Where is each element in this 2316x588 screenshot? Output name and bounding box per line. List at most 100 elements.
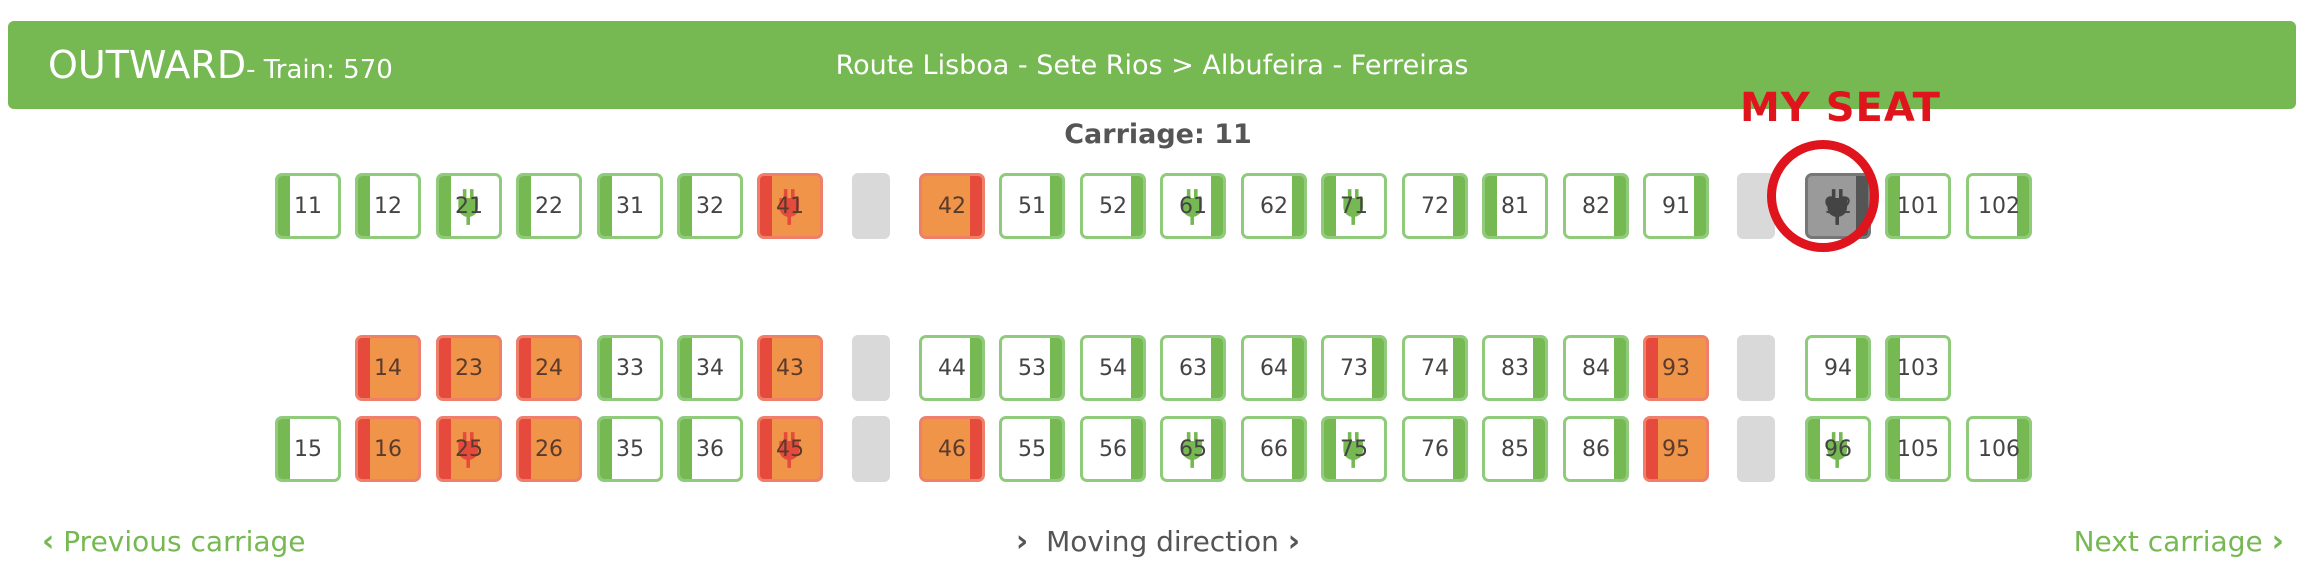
seat-91[interactable]: 91 bbox=[1643, 173, 1709, 239]
seat-number: 12 bbox=[374, 193, 402, 219]
seat-number: 105 bbox=[1897, 436, 1939, 462]
seat-101[interactable]: 101 bbox=[1885, 173, 1951, 239]
seat-56[interactable]: 56 bbox=[1080, 416, 1146, 482]
seat-number: 16 bbox=[374, 436, 402, 462]
seat-number: 56 bbox=[1099, 436, 1127, 462]
seat-54[interactable]: 54 bbox=[1080, 335, 1146, 401]
aisle-gap bbox=[852, 416, 890, 482]
seat-number: 42 bbox=[938, 193, 966, 219]
chevron-left-icon: ‹ bbox=[42, 524, 55, 559]
seat-number: 25 bbox=[455, 436, 483, 462]
seat-73[interactable]: 73 bbox=[1321, 335, 1387, 401]
seat-26: 26 bbox=[516, 416, 582, 482]
chevron-right-icon: › bbox=[1015, 524, 1029, 559]
seat-number: 91 bbox=[1662, 193, 1690, 219]
seat-number: 96 bbox=[1824, 436, 1852, 462]
seat-12[interactable]: 12 bbox=[355, 173, 421, 239]
seat-number: 45 bbox=[776, 436, 804, 462]
aisle-gap bbox=[1737, 335, 1775, 401]
seat-61[interactable]: 61 bbox=[1160, 173, 1226, 239]
previous-carriage-label: Previous carriage bbox=[63, 525, 306, 558]
seat-74[interactable]: 74 bbox=[1402, 335, 1468, 401]
seat-number: 66 bbox=[1260, 436, 1288, 462]
seat-33[interactable]: 33 bbox=[597, 335, 663, 401]
seat-75[interactable]: 75 bbox=[1321, 416, 1387, 482]
seat-42: 42 bbox=[919, 173, 985, 239]
seat-32[interactable]: 32 bbox=[677, 173, 743, 239]
seat-number: 84 bbox=[1582, 355, 1610, 381]
seat-44[interactable]: 44 bbox=[919, 335, 985, 401]
seat-36[interactable]: 36 bbox=[677, 416, 743, 482]
seat-94[interactable]: 94 bbox=[1805, 335, 1871, 401]
seat-number: 26 bbox=[535, 436, 563, 462]
seat-62[interactable]: 62 bbox=[1241, 173, 1307, 239]
seat-number: 53 bbox=[1018, 355, 1046, 381]
seat-number: 41 bbox=[776, 193, 804, 219]
seat-number: 72 bbox=[1421, 193, 1449, 219]
seat-number: 93 bbox=[1662, 355, 1690, 381]
seat-23: 23 bbox=[436, 335, 502, 401]
seat-number: 101 bbox=[1897, 193, 1939, 219]
seat-21[interactable]: 21 bbox=[436, 173, 502, 239]
seat-number: 75 bbox=[1340, 436, 1368, 462]
seat-22[interactable]: 22 bbox=[516, 173, 582, 239]
seat-63[interactable]: 63 bbox=[1160, 335, 1226, 401]
seat-85[interactable]: 85 bbox=[1482, 416, 1548, 482]
next-carriage-label: Next carriage bbox=[2073, 525, 2263, 558]
seat-number: 61 bbox=[1179, 193, 1207, 219]
seat-95: 95 bbox=[1643, 416, 1709, 482]
seat-number: 31 bbox=[616, 193, 644, 219]
seat-number: 14 bbox=[374, 355, 402, 381]
seat-number: 73 bbox=[1340, 355, 1368, 381]
seat-66[interactable]: 66 bbox=[1241, 416, 1307, 482]
seat-82[interactable]: 82 bbox=[1563, 173, 1629, 239]
seat-35[interactable]: 35 bbox=[597, 416, 663, 482]
seat-31[interactable]: 31 bbox=[597, 173, 663, 239]
aisle-gap bbox=[852, 173, 890, 239]
seat-72[interactable]: 72 bbox=[1402, 173, 1468, 239]
next-carriage-link[interactable]: Next carriage › bbox=[2074, 524, 2284, 560]
seat-number: 15 bbox=[294, 436, 322, 462]
seat-number: 85 bbox=[1501, 436, 1529, 462]
seat-103[interactable]: 103 bbox=[1885, 335, 1951, 401]
seat-15[interactable]: 15 bbox=[275, 416, 341, 482]
seat-51[interactable]: 51 bbox=[999, 173, 1065, 239]
seat-53[interactable]: 53 bbox=[999, 335, 1065, 401]
seat-55[interactable]: 55 bbox=[999, 416, 1065, 482]
moving-direction-label: Moving direction bbox=[1046, 525, 1279, 558]
seat-46: 46 bbox=[919, 416, 985, 482]
seat-number: 95 bbox=[1662, 436, 1690, 462]
seat-number: 71 bbox=[1340, 193, 1368, 219]
seat-93: 93 bbox=[1643, 335, 1709, 401]
seat-34[interactable]: 34 bbox=[677, 335, 743, 401]
my-seat-highlight-circle bbox=[1767, 140, 1879, 252]
seat-64[interactable]: 64 bbox=[1241, 335, 1307, 401]
seat-65[interactable]: 65 bbox=[1160, 416, 1226, 482]
seat-106[interactable]: 106 bbox=[1966, 416, 2032, 482]
seat-number: 34 bbox=[696, 355, 724, 381]
seat-102[interactable]: 102 bbox=[1966, 173, 2032, 239]
seat-86[interactable]: 86 bbox=[1563, 416, 1629, 482]
seat-105[interactable]: 105 bbox=[1885, 416, 1951, 482]
seat-number: 65 bbox=[1179, 436, 1207, 462]
previous-carriage-link[interactable]: ‹ Previous carriage bbox=[42, 524, 306, 560]
seat-number: 82 bbox=[1582, 193, 1610, 219]
seat-number: 54 bbox=[1099, 355, 1127, 381]
seat-84[interactable]: 84 bbox=[1563, 335, 1629, 401]
seat-52[interactable]: 52 bbox=[1080, 173, 1146, 239]
seat-43: 43 bbox=[757, 335, 823, 401]
seat-25: 25 bbox=[436, 416, 502, 482]
seat-71[interactable]: 71 bbox=[1321, 173, 1387, 239]
seat-83[interactable]: 83 bbox=[1482, 335, 1548, 401]
seat-number: 36 bbox=[696, 436, 724, 462]
seat-number: 33 bbox=[616, 355, 644, 381]
seat-number: 83 bbox=[1501, 355, 1529, 381]
seat-96[interactable]: 96 bbox=[1805, 416, 1871, 482]
seat-number: 74 bbox=[1421, 355, 1449, 381]
moving-direction: › Moving direction › bbox=[0, 524, 2316, 560]
seat-number: 22 bbox=[535, 193, 563, 219]
seat-81[interactable]: 81 bbox=[1482, 173, 1548, 239]
seat-11[interactable]: 11 bbox=[275, 173, 341, 239]
seat-76[interactable]: 76 bbox=[1402, 416, 1468, 482]
seat-number: 86 bbox=[1582, 436, 1610, 462]
